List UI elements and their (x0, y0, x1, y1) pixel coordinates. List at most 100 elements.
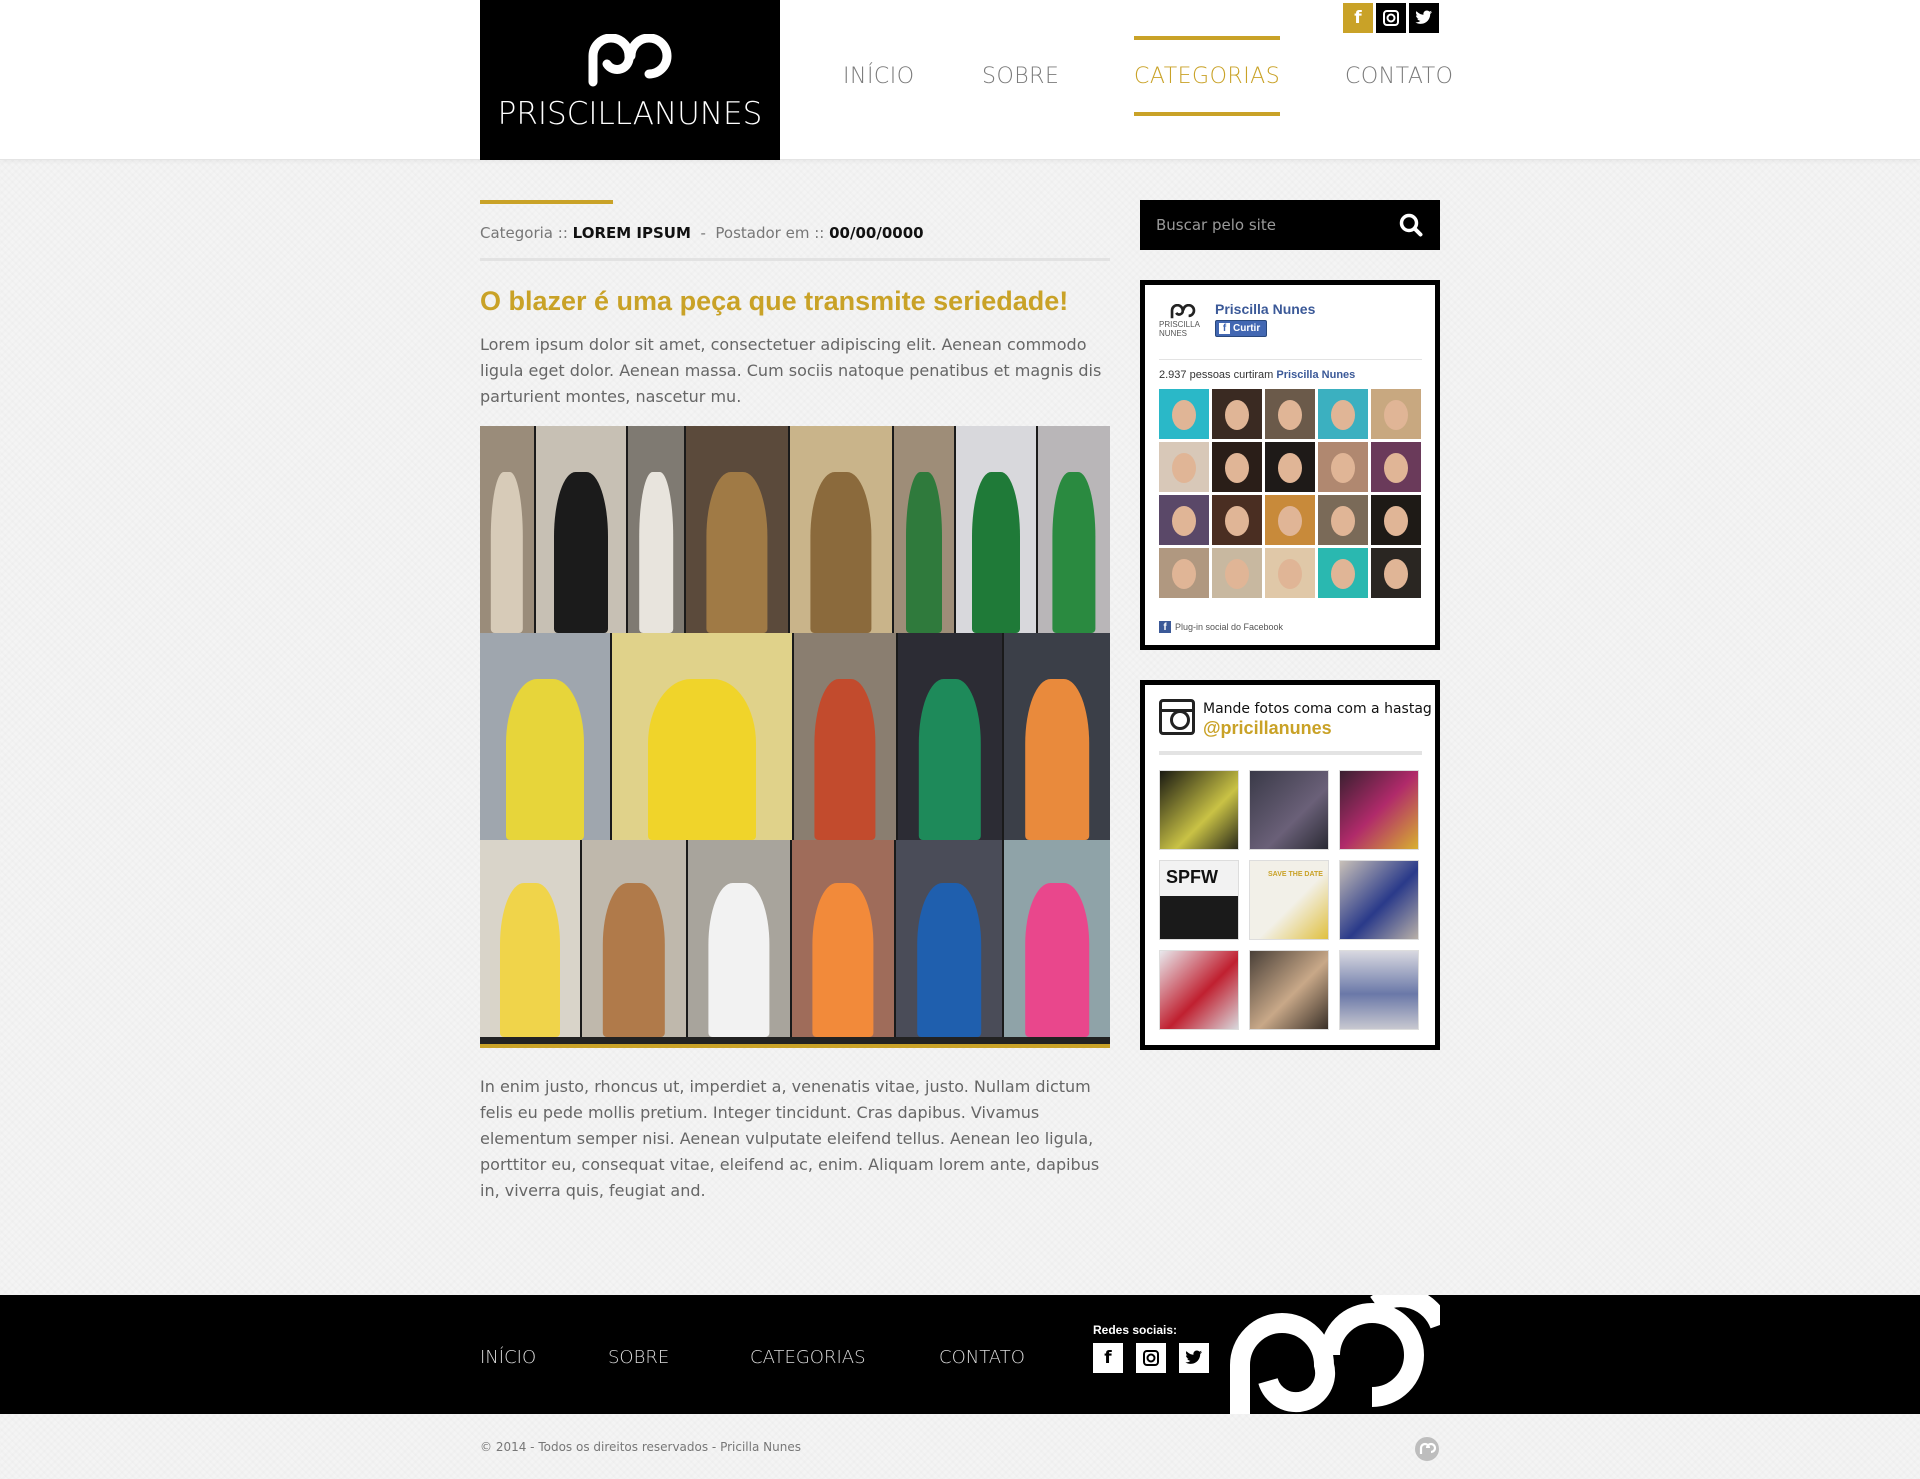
fb-like-button[interactable]: f Curtir (1215, 320, 1268, 337)
facebook-icon[interactable]: f (1093, 1343, 1123, 1373)
facebook-like-box: PRISCILLA NUNES Priscilla Nunes f Curtir… (1140, 280, 1440, 650)
nav-sobre[interactable]: SOBRE (982, 36, 1059, 116)
collage-photo (790, 426, 894, 633)
facebook-icon[interactable]: f (1343, 3, 1373, 33)
fb-fans-grid (1159, 389, 1421, 598)
category-value[interactable]: LOREM IPSUM (573, 224, 691, 242)
footer-nav-contato[interactable]: CONTATO (939, 1347, 1025, 1368)
collage-row (480, 840, 1110, 1037)
article-body: In enim justo, rhoncus ut, imperdiet a, … (480, 1077, 1100, 1200)
facebook-icon: f (1159, 621, 1171, 633)
fan-avatar[interactable] (1265, 495, 1315, 545)
fb-logo-caption: PRISCILLA NUNES (1159, 320, 1200, 338)
ig-photo[interactable] (1249, 770, 1329, 850)
collage-row (480, 633, 1110, 840)
footer-social-label: Redes sociais: (1093, 1323, 1178, 1337)
footer-nav-categorias[interactable]: CATEGORIAS (750, 1347, 866, 1368)
footer-social-links: f (1093, 1343, 1209, 1373)
meta-line: Categoria :: LOREM IPSUM - Postador em :… (480, 224, 1110, 242)
fan-avatar[interactable] (1318, 442, 1368, 492)
ig-handle[interactable]: @pricillanunes (1203, 718, 1432, 739)
fan-avatar[interactable] (1159, 548, 1209, 598)
fan-avatar[interactable] (1159, 495, 1209, 545)
collage-photo (1004, 633, 1110, 840)
ig-photo[interactable] (1339, 770, 1419, 850)
footer-nav-inicio[interactable]: INÍCIO (480, 1347, 536, 1368)
site-search (1140, 200, 1440, 250)
copyright-text: © 2014 - Todos os direitos reservados - … (480, 1440, 801, 1454)
collage-underline (480, 1044, 1110, 1048)
fb-likes-page-link[interactable]: Priscilla Nunes (1276, 369, 1355, 381)
fan-avatar[interactable] (1265, 548, 1315, 598)
fan-avatar[interactable] (1212, 389, 1262, 439)
fb-plugin-footer: f Plug-in social do Facebook (1159, 621, 1283, 633)
nav-categorias[interactable]: CATEGORIAS (1134, 36, 1281, 116)
fb-page-name[interactable]: Priscilla Nunes (1215, 301, 1315, 317)
ig-photo[interactable] (1339, 860, 1419, 940)
ig-photo-grid: SPFW SAVE THE DATE (1159, 770, 1419, 1030)
collage-photo (582, 840, 688, 1037)
instagram-icon (1159, 699, 1195, 735)
ig-photo[interactable] (1159, 950, 1239, 1030)
fb-likes-text: 2.937 pessoas curtiram (1159, 369, 1274, 381)
fan-avatar[interactable] (1318, 548, 1368, 598)
posted-label: Postador em :: (715, 224, 825, 242)
fan-avatar[interactable] (1265, 389, 1315, 439)
nav-contato[interactable]: CONTATO (1345, 36, 1453, 116)
fb-plugin-text[interactable]: Plug-in social do Facebook (1175, 622, 1283, 632)
search-icon[interactable] (1398, 212, 1424, 238)
nav-inicio[interactable]: INÍCIO (843, 36, 915, 116)
collage-photo (686, 426, 790, 633)
footer-mini-logo-icon[interactable] (1414, 1436, 1440, 1462)
fan-avatar[interactable] (1371, 389, 1421, 439)
fan-avatar[interactable] (1159, 389, 1209, 439)
collage-photo (612, 633, 794, 840)
footer-logo-mark-icon (1230, 1295, 1440, 1414)
ig-divider (1159, 751, 1422, 755)
fan-avatar[interactable] (1371, 548, 1421, 598)
fan-avatar[interactable] (1318, 495, 1368, 545)
site-footer: INÍCIO SOBRE CATEGORIAS CONTATO Redes so… (0, 1295, 1920, 1414)
instagram-widget: Mande fotos coma com a hastag @pricillan… (1140, 680, 1440, 1050)
instagram-icon[interactable] (1136, 1343, 1166, 1373)
fan-avatar[interactable] (1371, 495, 1421, 545)
ig-headline: Mande fotos coma com a hastag (1203, 701, 1432, 717)
ig-photo[interactable]: SAVE THE DATE (1249, 860, 1329, 940)
collage-photo (536, 426, 628, 633)
footer-nav-sobre[interactable]: SOBRE (608, 1347, 669, 1368)
collage-row (480, 426, 1110, 633)
collage-photo (898, 633, 1004, 840)
fan-avatar[interactable] (1265, 442, 1315, 492)
meta-separator: - (700, 224, 706, 242)
instagram-icon[interactable] (1376, 3, 1406, 33)
ig-photo[interactable] (1159, 770, 1239, 850)
fan-avatar[interactable] (1318, 389, 1368, 439)
fan-avatar[interactable] (1159, 442, 1209, 492)
collage-photo (956, 426, 1038, 633)
collage-photo (1004, 840, 1110, 1037)
article-collage-image (480, 426, 1110, 1047)
article-intro: Lorem ipsum dolor sit amet, consectetuer… (480, 335, 1102, 406)
facebook-icon: f (1219, 323, 1230, 334)
fan-avatar[interactable] (1371, 442, 1421, 492)
collage-photo (1038, 426, 1110, 633)
fb-likes-count: 2.937 pessoas curtiram Priscilla Nunes (1159, 369, 1355, 381)
fb-page-avatar[interactable]: PRISCILLA NUNES (1159, 301, 1207, 341)
ig-photo[interactable] (1249, 950, 1329, 1030)
collage-photo (894, 426, 956, 633)
collage-photo (792, 840, 896, 1037)
article-meta: Categoria :: LOREM IPSUM - Postador em :… (480, 200, 1110, 242)
fb-like-label: Curtir (1233, 323, 1261, 334)
fan-avatar[interactable] (1212, 442, 1262, 492)
fan-avatar[interactable] (1212, 548, 1262, 598)
header-social-links: f (1343, 3, 1439, 33)
twitter-icon[interactable] (1179, 1343, 1209, 1373)
search-input[interactable] (1156, 216, 1398, 234)
ig-photo[interactable]: SPFW (1159, 860, 1239, 940)
fan-avatar[interactable] (1212, 495, 1262, 545)
meta-accent-bar (480, 200, 613, 204)
category-label: Categoria :: (480, 224, 568, 242)
collage-photo (896, 840, 1004, 1037)
ig-photo[interactable] (1339, 950, 1419, 1030)
twitter-icon[interactable] (1409, 3, 1439, 33)
